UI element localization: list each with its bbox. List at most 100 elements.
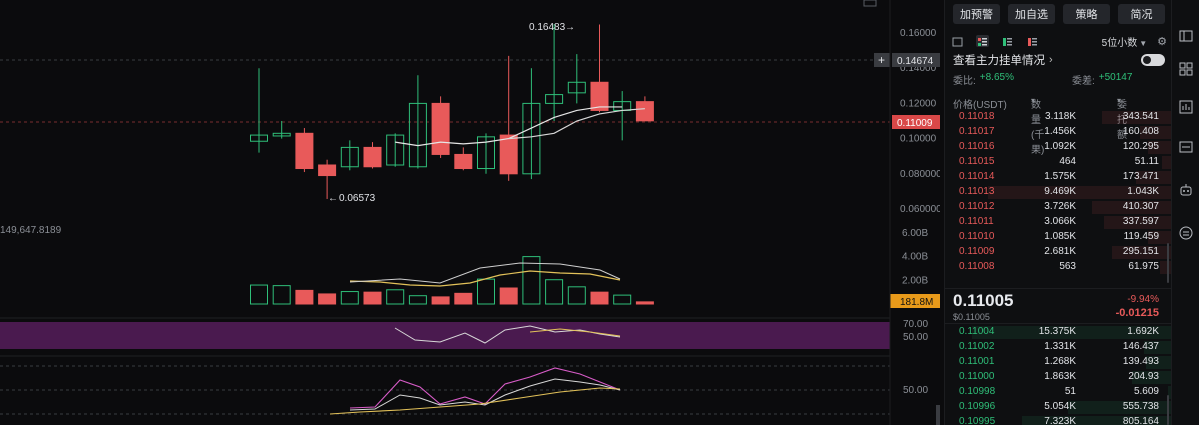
candle-body xyxy=(522,102,541,175)
ask-row[interactable]: 0.11009 2.681K 295.151 xyxy=(945,245,1172,260)
candle-body xyxy=(250,134,268,142)
ask-row[interactable]: 0.11012 3.726K 410.307 xyxy=(945,200,1172,215)
volume-axis-label: 4.00B xyxy=(902,252,928,263)
swap-icon[interactable] xyxy=(1178,226,1194,240)
right-toolbar xyxy=(1171,0,1199,425)
ask-row[interactable]: 0.11013 9.469K 1.043K xyxy=(945,185,1172,200)
candle-body xyxy=(295,132,314,170)
bid-row[interactable]: 0.10996 5.054K 555.738 xyxy=(945,400,1172,415)
chart-area[interactable]: 0.16000 0.14000 0.12000 0.10000 0.080000 0.06… xyxy=(0,0,940,425)
row-price: 0.11010 xyxy=(959,231,995,242)
row-qty: 7.323K xyxy=(1044,416,1076,425)
row-price: 0.11017 xyxy=(959,126,995,137)
robot-icon[interactable] xyxy=(1178,183,1194,197)
volume-bar xyxy=(613,294,632,305)
row-qty: 3.726K xyxy=(1044,201,1076,212)
row-qty: 1.085K xyxy=(1044,231,1076,242)
asks-view-icon[interactable] xyxy=(1026,35,1039,47)
ask-row[interactable]: 0.11017 1.456K 160.408 xyxy=(945,125,1172,140)
last-change-value: -0.01215 xyxy=(1115,307,1159,319)
add-alert-button[interactable]: 加预警 xyxy=(953,4,1000,24)
candle-body xyxy=(545,94,564,104)
indicator2-axis-label: 50.00 xyxy=(903,385,928,396)
grid-icon[interactable] xyxy=(1178,62,1194,76)
ask-row[interactable]: 0.11014 1.575K 173.471 xyxy=(945,170,1172,185)
settings-icon[interactable]: ⚙ xyxy=(1157,35,1167,48)
candlestick-chart[interactable]: 0.160000.140000.120000.100000.0800000.06… xyxy=(0,0,940,425)
row-price: 0.11004 xyxy=(959,326,995,337)
volume-bar xyxy=(499,287,518,305)
chart-corner-icon xyxy=(863,0,877,7)
price-axis-label: 0.080000 xyxy=(900,169,940,180)
row-price: 0.11016 xyxy=(959,141,995,152)
bid-row[interactable]: 0.11004 15.375K 1.692K xyxy=(945,325,1172,340)
high-annotation: 0.16483 xyxy=(529,22,566,33)
ask-row[interactable]: 0.11018 3.118K 343.541 xyxy=(945,110,1172,125)
last-price-block: 0.11005 $0.11005 -9.94% -0.01215 xyxy=(945,288,1172,324)
ratio-value: +8.65% xyxy=(979,72,1014,83)
volume-axis-label: 6.00B xyxy=(902,228,928,239)
row-price: 0.11015 xyxy=(959,156,995,167)
precision-select[interactable]: 5位小数 ▼ xyxy=(1102,34,1147,49)
ask-row[interactable]: 0.11008 563 61.975 xyxy=(945,260,1172,275)
row-qty: 1.331K xyxy=(1044,341,1076,352)
asks-scrollbar[interactable] xyxy=(1167,243,1169,283)
strategy-button[interactable]: 策略 xyxy=(1063,4,1110,24)
gtp-icon[interactable] xyxy=(1178,140,1194,154)
volume-bar xyxy=(250,284,268,305)
layout-icon[interactable] xyxy=(1178,30,1194,44)
price-axis-label: 0.16000 xyxy=(900,28,937,39)
row-total: 146.437 xyxy=(1122,341,1159,352)
volume-bar xyxy=(363,291,382,305)
diff-value: +50147 xyxy=(1098,72,1133,83)
pending-orders-title: 查看主力挂单情况 xyxy=(953,55,1045,67)
bid-row[interactable]: 0.10995 7.323K 805.164 xyxy=(945,415,1172,425)
volume-bar xyxy=(340,291,359,305)
row-total: 160.408 xyxy=(1122,126,1159,137)
ask-row[interactable]: 0.11016 1.092K 120.295 xyxy=(945,140,1172,155)
candle-body xyxy=(454,153,473,170)
overview-button[interactable]: 简况 xyxy=(1118,4,1165,24)
arrow-right-icon: → xyxy=(565,22,575,33)
indicator1-axis-label: 70.00 xyxy=(903,319,928,330)
diff-label: 委差: xyxy=(1071,76,1095,87)
row-qty: 5.054K xyxy=(1044,401,1076,412)
expand-icon[interactable] xyxy=(951,35,964,47)
candle-body xyxy=(635,101,654,122)
candle-body xyxy=(567,81,586,94)
row-qty: 3.066K xyxy=(1044,216,1076,227)
bid-row[interactable]: 0.11000 1.863K 204.93 xyxy=(945,370,1172,385)
bids-scrollbar[interactable] xyxy=(1167,395,1169,425)
price-axis-label: 0.10000 xyxy=(900,134,937,145)
candle-body xyxy=(363,146,382,168)
row-total: 410.307 xyxy=(1122,201,1159,212)
row-total: 805.164 xyxy=(1122,416,1159,425)
volume-bar xyxy=(295,289,314,305)
row-price: 0.11000 xyxy=(959,371,995,382)
bid-row[interactable]: 0.10998 51 5.609 xyxy=(945,385,1172,400)
candle-body xyxy=(340,146,359,168)
bid-row[interactable]: 0.11001 1.268K 139.493 xyxy=(945,355,1172,370)
row-qty: 1.456K xyxy=(1044,126,1076,137)
row-price: 0.11001 xyxy=(959,356,995,367)
price-axis-label: 0.060000 xyxy=(900,204,940,215)
row-total: 61.975 xyxy=(1128,261,1159,272)
indicator2-k-line xyxy=(349,367,621,409)
row-qty: 15.375K xyxy=(1038,326,1076,337)
pending-orders-row[interactable]: 查看主力挂单情况 › xyxy=(953,52,1165,68)
bid-row[interactable]: 0.11002 1.331K 146.437 xyxy=(945,340,1172,355)
ask-row[interactable]: 0.11010 1.085K 119.459 xyxy=(945,230,1172,245)
ask-row[interactable]: 0.11011 3.066K 337.597 xyxy=(945,215,1172,230)
row-price: 0.11018 xyxy=(959,111,995,122)
ratio-row: 委比: +8.65% 委差: +50147 xyxy=(953,72,1165,87)
chart-icon[interactable] xyxy=(1178,100,1194,114)
orderbook-column-header: 价格(USDT) 数量 (千果) ▾ 委托额 ▾ xyxy=(953,96,1165,156)
candle-body xyxy=(408,102,427,168)
candle-body xyxy=(613,101,632,111)
bids-view-icon[interactable] xyxy=(1001,35,1014,47)
both-sides-view-icon[interactable] xyxy=(976,35,989,47)
candle-body xyxy=(431,102,450,155)
add-watchlist-button[interactable]: 加自选 xyxy=(1008,4,1055,24)
pending-orders-toggle[interactable] xyxy=(1141,54,1165,66)
ask-row[interactable]: 0.11015 464 51.11 xyxy=(945,155,1172,170)
